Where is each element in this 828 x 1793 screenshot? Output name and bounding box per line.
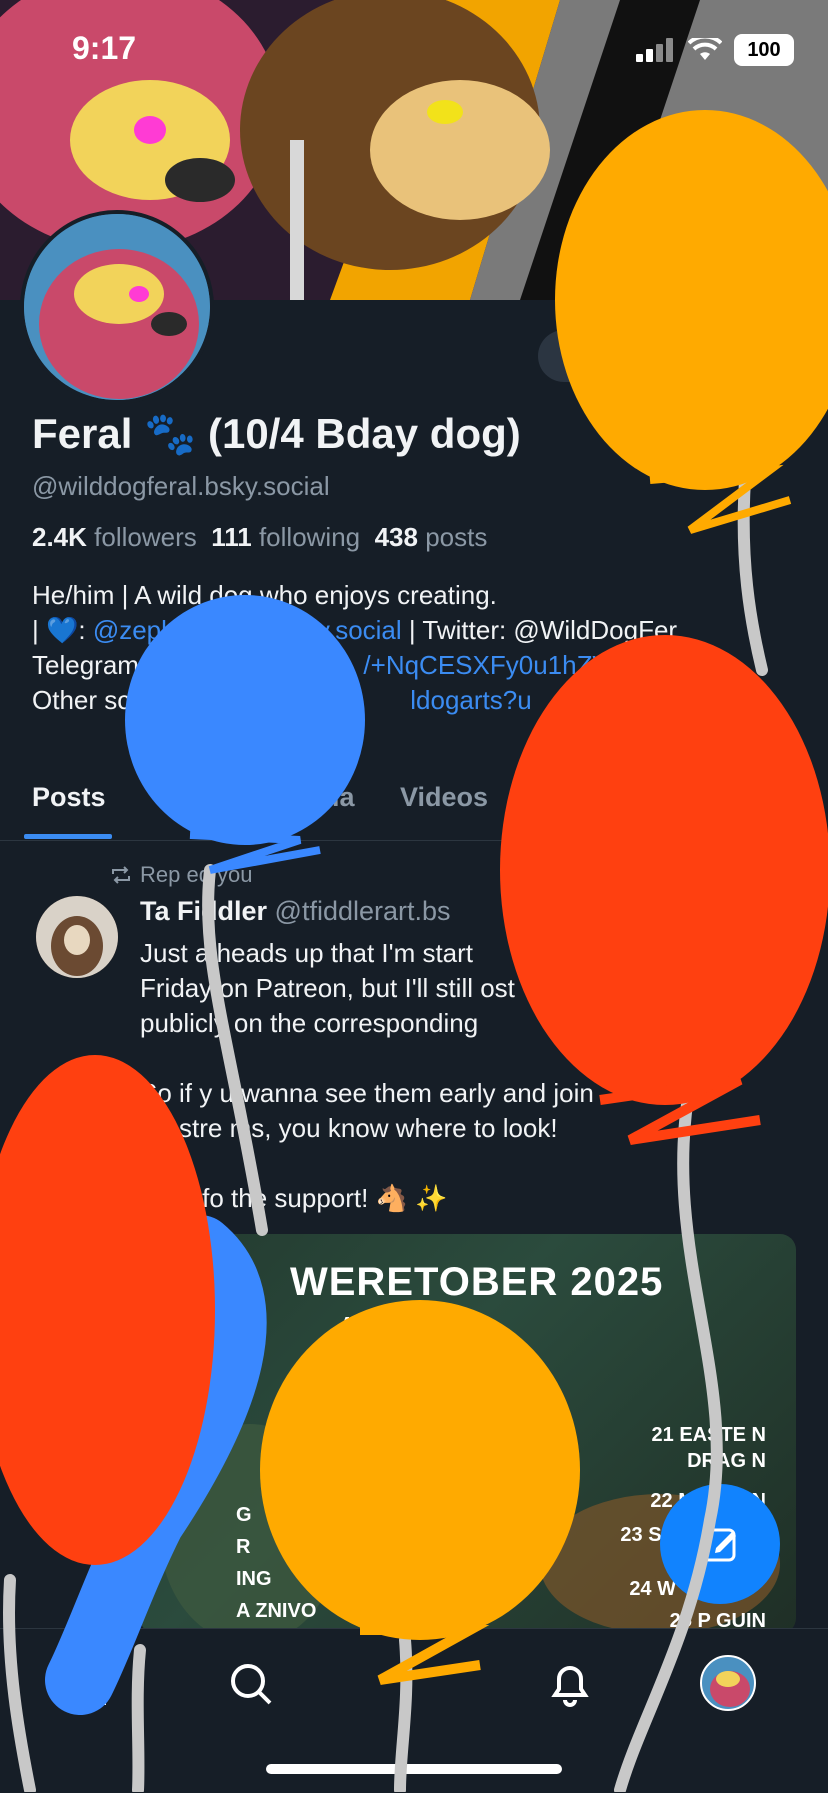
image-list-item: 21 EASTE N — [651, 1424, 766, 1446]
image-list-item: 24 W — [629, 1578, 676, 1600]
home-icon — [64, 1663, 106, 1705]
bio-bluesky-link-end[interactable]: y.social — [317, 615, 402, 645]
post-line: Just a heads up that I'm start — [140, 938, 474, 968]
repost-label: Rep ed you — [140, 862, 253, 887]
image-list-item: A ZNIVO — [236, 1600, 317, 1622]
post-body: Just a heads up that I'm start Friday on… — [140, 936, 800, 1216]
bio-bluesky-link[interactable]: @zepl — [93, 615, 167, 645]
image-list-item: ING — [236, 1568, 272, 1590]
balloon-knot — [649, 464, 792, 534]
post-line — [140, 1041, 800, 1076]
status-icons: 100 — [636, 34, 794, 66]
bio-other-label: Other sc — [32, 685, 131, 715]
wifi-icon — [688, 38, 722, 60]
bio-telegram-link[interactable]: /+NqCESXFy0u1hZWQ5 — [363, 650, 651, 680]
status-bar: 9:17 100 — [0, 0, 828, 100]
signal-icon — [636, 38, 673, 62]
profile-handle: @wilddogferal.bsky.social — [32, 471, 330, 501]
bio-line-2-prefix: | 💙: — [32, 615, 93, 645]
repost-indicator: Rep ed you — [110, 862, 253, 888]
bio-line-2: | 💙: @zepl y.social | Twitter: @WildDogFe… — [32, 613, 812, 648]
tab-likes[interactable]: L — [530, 782, 547, 813]
bio-other-link[interactable]: ldogarts?u — [410, 685, 531, 715]
home-indicator — [266, 1764, 562, 1774]
author-avatar-art — [36, 896, 118, 978]
repost-icon — [112, 866, 130, 884]
post-line: livestre ms, you know where to look! — [140, 1113, 558, 1143]
post-author-handle[interactable]: @tfiddlerart.bs — [275, 896, 451, 926]
bio-line-4: Other sc ldogarts?u — [32, 683, 812, 718]
nav-profile[interactable] — [700, 1655, 756, 1716]
followers-label[interactable]: followers — [94, 522, 197, 552]
following-label[interactable]: following — [259, 522, 360, 552]
image-left-list: G R ING A ZNIVO — [236, 1502, 316, 1624]
pencil-icon — [702, 1528, 736, 1562]
post-author-avatar[interactable] — [36, 896, 118, 978]
follow-button[interactable]: t — [538, 330, 698, 382]
search-icon — [231, 1664, 272, 1705]
image-subtitle: A MO RAWING — [340, 1314, 480, 1336]
post-line: publicly on the corresponding — [140, 1008, 479, 1038]
tab-media[interactable]: ia — [332, 782, 355, 813]
tab-posts[interactable]: Posts — [32, 782, 106, 813]
profile-stats: 2.4K followers 111 following 438 posts — [32, 522, 487, 553]
followers-count[interactable]: 2.4K — [32, 522, 87, 552]
bio-twitter-text: | Twitter: @WildDogFer — [401, 615, 678, 645]
bio-telegram-label: Telegram — [32, 650, 139, 680]
nav-notifications[interactable] — [545, 1659, 595, 1714]
posts-label: posts — [425, 522, 488, 552]
posts-count: 438 — [374, 522, 418, 552]
image-list-item: R — [236, 1536, 251, 1558]
battery-indicator: 100 — [734, 34, 794, 66]
nav-home[interactable] — [60, 1659, 110, 1714]
bio-telegram-mid: a — [228, 650, 244, 680]
bell-icon — [551, 1666, 589, 1707]
bio-line-1: He/him | A wild dog who enjoys creating. — [32, 580, 497, 610]
image-list-item: DRAG N — [687, 1450, 766, 1472]
profile-bio: He/him | A wild dog who enjoys creating.… — [32, 578, 812, 718]
image-title: WERETOBER 2025 — [290, 1260, 664, 1304]
post-line — [140, 1146, 800, 1181]
active-tab-indicator — [24, 834, 112, 839]
profile-tabs: Posts ia Videos L — [0, 770, 828, 841]
tab-videos[interactable]: Videos — [400, 782, 488, 813]
post-line: So if y u wanna see them early and join — [140, 1078, 594, 1108]
profile-display-name: Feral 🐾 (10/4 Bday dog) — [32, 410, 521, 457]
post-line: Friday on Patreon, but I'll still ost — [140, 973, 515, 1003]
avatar-icon — [700, 1655, 756, 1711]
nav-search[interactable] — [226, 1659, 276, 1714]
post-line: anks fo the support! 🐴 ✨ — [140, 1183, 448, 1213]
post-header: Ta Fiddler @tfiddlerart.bs — [140, 896, 451, 927]
image-list-item: G — [236, 1504, 252, 1526]
profile-avatar[interactable] — [20, 210, 214, 404]
following-count[interactable]: 111 — [211, 522, 252, 552]
status-time: 9:17 — [72, 30, 137, 66]
avatar-art — [24, 214, 210, 400]
post-author-name[interactable]: Ta Fiddler — [140, 896, 267, 926]
compose-button[interactable] — [660, 1484, 780, 1604]
bio-line-3: Telegram a /+NqCESXFy0u1hZWQ5 — [32, 648, 812, 683]
